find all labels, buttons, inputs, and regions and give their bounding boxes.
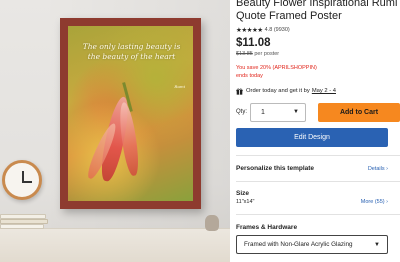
quantity-select[interactable]: 1 ▼ <box>250 102 306 122</box>
original-price: $13.85 <box>236 51 253 57</box>
size-more-link[interactable]: More (55) › <box>361 199 388 205</box>
vase-decor <box>205 215 219 231</box>
caret-down-icon: ▼ <box>293 109 299 115</box>
size-value: 11"x14" <box>236 199 255 205</box>
delivery-text: Order today and get it by <box>246 88 310 94</box>
section-divider <box>236 181 400 182</box>
star-rating-icon: ★★★★★ <box>236 26 263 34</box>
personalize-details-link[interactable]: Details › <box>368 166 388 172</box>
book <box>0 224 44 229</box>
edit-design-button[interactable]: Edit Design <box>236 128 388 147</box>
details-link-label: Details <box>367 165 385 172</box>
section-divider <box>236 214 400 215</box>
caret-down-icon: ▼ <box>374 241 380 248</box>
size-title: Size <box>236 190 250 197</box>
poster-quote-author: Rumi <box>174 84 185 89</box>
product-details-panel: Beauty Flower Inspirational Rumi Quote F… <box>236 0 400 262</box>
qty-label: Qty: <box>236 109 248 115</box>
poster-quote: The only lasting beauty is the beauty of… <box>82 42 181 61</box>
add-to-cart-button[interactable]: Add to Cart <box>318 102 400 122</box>
product-image[interactable]: The only lasting beauty is the beauty of… <box>0 0 230 262</box>
promo-expiry: ends today <box>236 72 263 79</box>
clock-minute-hand <box>22 181 32 183</box>
book-stack-decor <box>0 214 50 234</box>
gift-icon <box>236 88 243 95</box>
promo-savings: You save 20% (APRILSHOPPIN) <box>236 65 317 71</box>
price-unit: per poster <box>254 51 280 57</box>
product-price: $11.08 <box>236 37 271 49</box>
personalize-title: Personalize this template <box>236 165 315 172</box>
quantity-value: 1 <box>261 108 265 116</box>
frames-hardware-select[interactable]: Framed with Non-Glare Acrylic Glazing ▼ <box>236 235 388 254</box>
section-divider <box>236 155 400 156</box>
delivery-date-link[interactable]: May 2 - 4 <box>312 88 336 94</box>
more-link-label: More (55) <box>360 199 385 205</box>
product-title: Beauty Flower Inspirational Rumi Quote F… <box>236 0 398 22</box>
frames-hardware-title: Frames & Hardware <box>236 224 298 231</box>
size-row: 11"x14" More (55) › <box>236 198 388 206</box>
wall-clock-decor <box>2 160 42 200</box>
promo-message: You save 20% (APRILSHOPPIN) ends today <box>236 65 400 80</box>
delivery-estimate: Order today and get it by May 2 - 4 <box>236 87 400 95</box>
rating-count[interactable]: 4.8 (9930) <box>265 27 290 33</box>
original-price-line: $13.85 per poster <box>236 51 400 57</box>
personalize-row: Personalize this template Details › <box>236 164 388 173</box>
purchase-row: Qty: 1 ▼ Add to Cart <box>236 102 400 122</box>
poster-frame: The only lasting beauty is the beauty of… <box>60 18 201 209</box>
frames-selected-value: Framed with Non-Glare Acrylic Glazing <box>244 241 353 248</box>
rating-row[interactable]: ★★★★★ 4.8 (9930) <box>236 25 400 34</box>
poster-artwork: The only lasting beauty is the beauty of… <box>68 26 193 201</box>
